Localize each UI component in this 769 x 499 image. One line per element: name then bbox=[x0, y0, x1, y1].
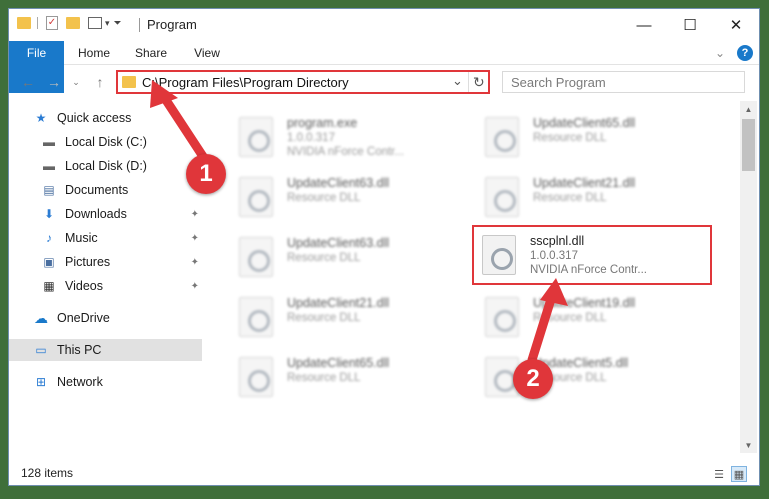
arrow-2 bbox=[527, 291, 557, 365]
annotation-arrows bbox=[150, 80, 568, 365]
arrow-1 bbox=[157, 89, 209, 163]
arrow-2-head bbox=[540, 278, 568, 306]
step-2-badge: 2 bbox=[513, 359, 553, 399]
step-1-badge: 1 bbox=[186, 154, 226, 194]
